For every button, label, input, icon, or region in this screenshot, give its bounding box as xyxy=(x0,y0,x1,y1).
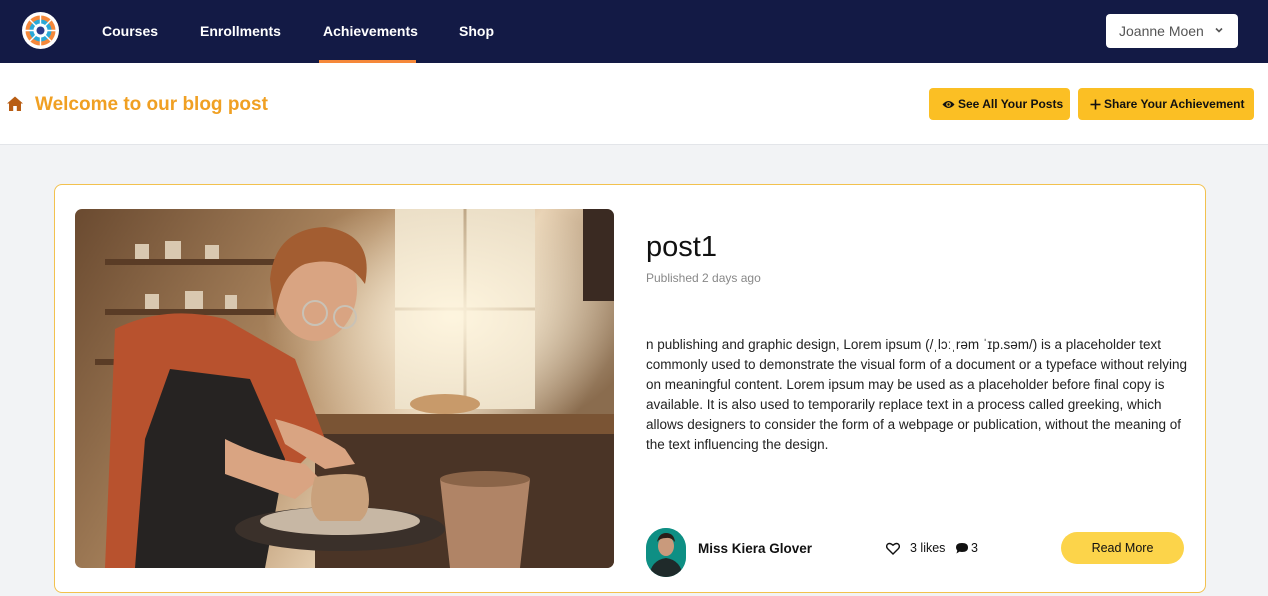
post-card: post1 Published 2 days ago n publishing … xyxy=(54,184,1206,593)
nav-courses[interactable]: Courses xyxy=(102,0,158,63)
page-title: Welcome to our blog post xyxy=(35,94,268,115)
nav-achievements[interactable]: Achievements xyxy=(323,0,418,63)
user-name: Joanne Moen xyxy=(1119,23,1204,39)
page-header: Welcome to our blog post See All Your Po… xyxy=(0,63,1268,145)
nav-shop[interactable]: Shop xyxy=(459,0,494,63)
post-published-date: Published 2 days ago xyxy=(646,271,761,285)
plus-icon xyxy=(1090,97,1104,111)
share-achievement-button[interactable]: Share Your Achievement xyxy=(1078,88,1254,120)
see-all-posts-label: See All Your Posts xyxy=(958,97,1064,111)
post-excerpt: n publishing and graphic design, Lorem i… xyxy=(646,337,1188,452)
likes-count: 3 likes xyxy=(910,541,946,555)
author-avatar[interactable] xyxy=(646,528,686,577)
comment-icon[interactable] xyxy=(955,542,969,555)
user-menu-dropdown[interactable]: Joanne Moen xyxy=(1106,14,1238,48)
read-more-button[interactable]: Read More xyxy=(1061,532,1184,564)
home-icon[interactable] xyxy=(6,95,24,113)
chevron-down-icon xyxy=(1214,14,1224,48)
nav-enrollments[interactable]: Enrollments xyxy=(200,0,281,63)
see-all-posts-button[interactable]: See All Your Posts xyxy=(929,88,1070,120)
heart-icon[interactable] xyxy=(885,542,901,555)
comments-count: 3 xyxy=(971,541,978,555)
author-name[interactable]: Miss Kiera Glover xyxy=(698,541,812,556)
eye-icon xyxy=(942,97,958,111)
post-title[interactable]: post1 xyxy=(646,231,717,264)
post-image[interactable] xyxy=(75,209,614,568)
share-achievement-label: Share Your Achievement xyxy=(1104,97,1245,111)
top-navbar: Courses Enrollments Achievements Shop Jo… xyxy=(0,0,1268,63)
logo-icon[interactable] xyxy=(22,12,59,49)
